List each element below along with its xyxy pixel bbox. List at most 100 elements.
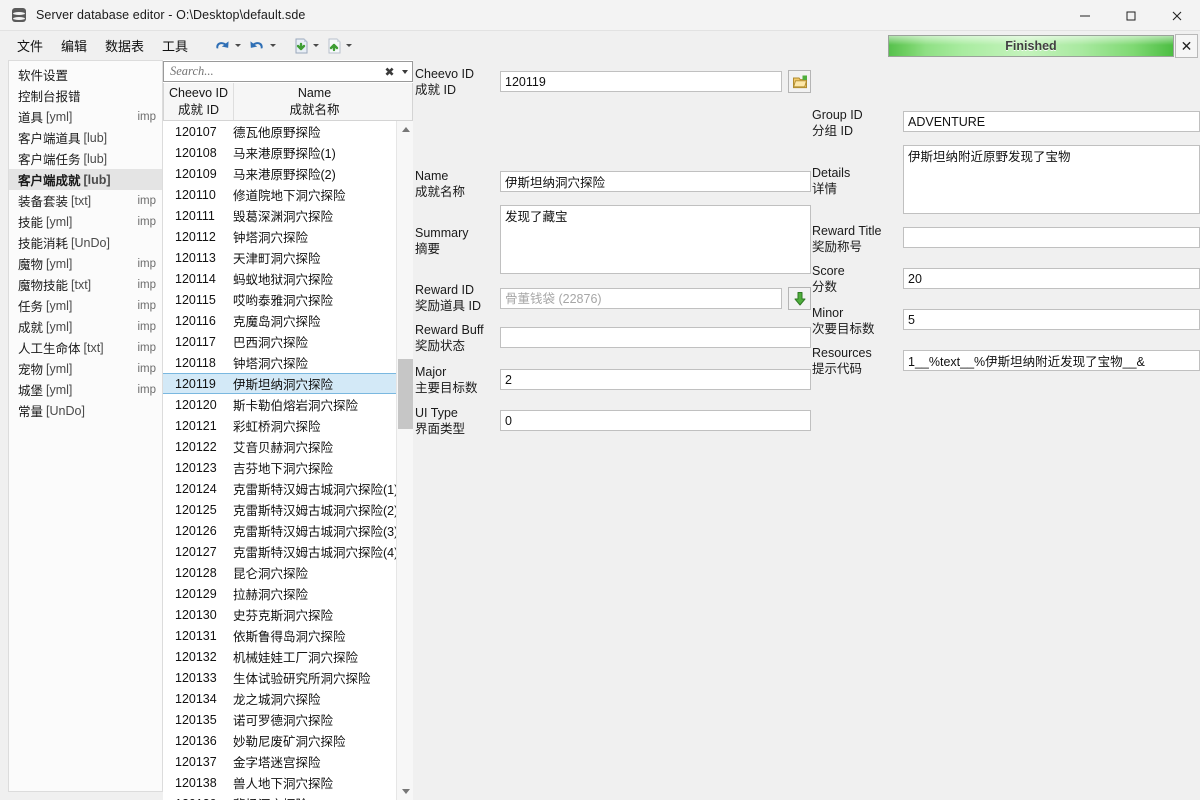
summary-textarea[interactable]: 发现了藏宝 bbox=[500, 205, 811, 274]
progress-close-button[interactable]: ✕ bbox=[1175, 34, 1198, 58]
minimize-button[interactable] bbox=[1062, 0, 1108, 31]
cheevo-id-browse-button[interactable] bbox=[788, 70, 811, 93]
sidebar-item[interactable]: 宠物[yml]imp bbox=[9, 358, 162, 379]
sidebar-item[interactable]: 技能消耗[UnDo] bbox=[9, 232, 162, 253]
sidebar-item[interactable]: 魔物技能[txt]imp bbox=[9, 274, 162, 295]
close-button[interactable] bbox=[1154, 0, 1200, 31]
undo-button[interactable] bbox=[209, 34, 244, 58]
column-header-cheevo-id[interactable]: Cheevo ID 成就 ID bbox=[164, 83, 234, 120]
table-row[interactable]: 120112钟塔洞穴探险 bbox=[163, 226, 396, 247]
table-row[interactable]: 120114蚂蚁地狱洞穴探险 bbox=[163, 268, 396, 289]
score-input[interactable] bbox=[903, 268, 1200, 289]
table-row[interactable]: 120110修道院地下洞穴探险 bbox=[163, 184, 396, 205]
clear-search-icon[interactable]: ✖ bbox=[381, 65, 398, 79]
major-input[interactable] bbox=[500, 369, 811, 390]
scroll-up-icon[interactable] bbox=[397, 121, 414, 138]
table-row[interactable]: 120136妙勒尼废矿洞穴探险 bbox=[163, 730, 396, 751]
menu-edit[interactable]: 编辑 bbox=[54, 33, 94, 58]
row-cheevo-id: 120123 bbox=[175, 461, 233, 475]
sidebar-item-extension: [txt] bbox=[84, 341, 104, 355]
sidebar-item[interactable]: 客户端任务[lub] bbox=[9, 148, 162, 169]
sidebar-item[interactable]: 城堡[yml]imp bbox=[9, 379, 162, 400]
sidebar-item[interactable]: 技能[yml]imp bbox=[9, 211, 162, 232]
table-row[interactable]: 120119伊斯坦纳洞穴探险 bbox=[163, 373, 396, 394]
redo-dropdown-icon[interactable] bbox=[268, 44, 277, 47]
table-row[interactable]: 120128昆仑洞穴探险 bbox=[163, 562, 396, 583]
menu-file[interactable]: 文件 bbox=[10, 33, 50, 58]
row-cheevo-id: 120125 bbox=[175, 503, 233, 517]
table-row[interactable]: 120122艾音贝赫洞穴探险 bbox=[163, 436, 396, 457]
sidebar-item[interactable]: 人工生命体[txt]imp bbox=[9, 337, 162, 358]
reward-id-pick-button[interactable] bbox=[788, 287, 811, 310]
sidebar-item[interactable]: 魔物[yml]imp bbox=[9, 253, 162, 274]
minor-input[interactable] bbox=[903, 309, 1200, 330]
table-row[interactable]: 120132机械娃娃工厂洞穴探险 bbox=[163, 646, 396, 667]
table-row[interactable]: 120118钟塔洞穴探险 bbox=[163, 352, 396, 373]
row-cheevo-id: 120112 bbox=[175, 230, 233, 244]
table-row[interactable]: 120108马来港原野探险(1) bbox=[163, 142, 396, 163]
table-row[interactable]: 120121彩虹桥洞穴探险 bbox=[163, 415, 396, 436]
table-row[interactable]: 120120斯卡勒伯熔岩洞穴探险 bbox=[163, 394, 396, 415]
sidebar-item[interactable]: 任务[yml]imp bbox=[9, 295, 162, 316]
table-row[interactable]: 120131依斯鲁得岛洞穴探险 bbox=[163, 625, 396, 646]
table-row[interactable]: 120124克雷斯特汉姆古城洞穴探险(1) bbox=[163, 478, 396, 499]
import-dropdown-icon[interactable] bbox=[311, 44, 320, 47]
sidebar-item[interactable]: 成就[yml]imp bbox=[9, 316, 162, 337]
label-name: Name 成就名称 bbox=[415, 168, 465, 200]
table-row[interactable]: 120130史芬克斯洞穴探险 bbox=[163, 604, 396, 625]
redo-button[interactable] bbox=[244, 34, 279, 58]
menu-tools[interactable]: 工具 bbox=[155, 33, 195, 58]
table-row[interactable]: 120107德瓦他原野探险 bbox=[163, 121, 396, 142]
table-row[interactable]: 120117巴西洞穴探险 bbox=[163, 331, 396, 352]
menu-datatable[interactable]: 数据表 bbox=[98, 33, 151, 58]
details-textarea[interactable]: 伊斯坦纳附近原野发现了宝物 bbox=[903, 145, 1200, 214]
table-row[interactable]: 120113天津町洞穴探险 bbox=[163, 247, 396, 268]
table-row[interactable]: 120137金字塔迷宫探险 bbox=[163, 751, 396, 772]
name-input[interactable] bbox=[500, 171, 811, 192]
maximize-button[interactable] bbox=[1108, 0, 1154, 31]
sidebar-item[interactable]: 常量[UnDo] bbox=[9, 400, 162, 421]
scroll-down-icon[interactable] bbox=[397, 783, 414, 800]
sidebar-item[interactable]: 控制台报错 bbox=[9, 85, 162, 106]
search-options-chevron-down-icon[interactable] bbox=[398, 70, 412, 74]
sidebar-item[interactable]: 客户端成就[lub] bbox=[9, 169, 162, 190]
ui-type-input[interactable] bbox=[500, 410, 811, 431]
table-row[interactable]: 120126克雷斯特汉姆古城洞穴探险(3) bbox=[163, 520, 396, 541]
export-button[interactable] bbox=[322, 34, 355, 58]
table-row[interactable]: 120134龙之城洞穴探险 bbox=[163, 688, 396, 709]
sidebar-item-import-flag: imp bbox=[137, 363, 156, 375]
resources-input[interactable] bbox=[903, 350, 1200, 371]
table-row[interactable]: 120135诺可罗德洞穴探险 bbox=[163, 709, 396, 730]
row-cheevo-id: 120109 bbox=[175, 167, 233, 181]
import-button[interactable] bbox=[289, 34, 322, 58]
row-cheevo-id: 120131 bbox=[175, 629, 233, 643]
reward-buff-input[interactable] bbox=[500, 327, 811, 348]
undo-dropdown-icon[interactable] bbox=[233, 44, 242, 47]
list-scrollbar[interactable] bbox=[396, 121, 413, 800]
table-row[interactable]: 120127克雷斯特汉姆古城洞穴探险(4) bbox=[163, 541, 396, 562]
scrollbar-thumb[interactable] bbox=[398, 359, 413, 429]
progress-bar: Finished bbox=[888, 35, 1174, 57]
sidebar-item[interactable]: 装备套装[txt]imp bbox=[9, 190, 162, 211]
sidebar-item[interactable]: 软件设置 bbox=[9, 64, 162, 85]
table-row[interactable]: 120115哎哟泰雅洞穴探险 bbox=[163, 289, 396, 310]
table-row[interactable]: 120133生体试验研究所洞穴探险 bbox=[163, 667, 396, 688]
table-row[interactable]: 120109马来港原野探险(2) bbox=[163, 163, 396, 184]
table-row[interactable]: 120139斐扬洞穴探险 bbox=[163, 793, 396, 800]
reward-id-input[interactable] bbox=[500, 288, 782, 309]
search-input[interactable] bbox=[164, 63, 381, 80]
export-dropdown-icon[interactable] bbox=[344, 44, 353, 47]
cheevo-id-input[interactable] bbox=[500, 71, 782, 92]
table-row[interactable]: 120129拉赫洞穴探险 bbox=[163, 583, 396, 604]
sidebar-item[interactable]: 客户端道具[lub] bbox=[9, 127, 162, 148]
table-row[interactable]: 120116克魔岛洞穴探险 bbox=[163, 310, 396, 331]
table-row[interactable]: 120111毁葛深渊洞穴探险 bbox=[163, 205, 396, 226]
sidebar-item[interactable]: 道具[yml]imp bbox=[9, 106, 162, 127]
reward-title-input[interactable] bbox=[903, 227, 1200, 248]
group-id-input[interactable] bbox=[903, 111, 1200, 132]
row-name: 依斯鲁得岛洞穴探险 bbox=[233, 626, 346, 645]
table-row[interactable]: 120138兽人地下洞穴探险 bbox=[163, 772, 396, 793]
table-row[interactable]: 120123吉芬地下洞穴探险 bbox=[163, 457, 396, 478]
column-header-name[interactable]: Name 成就名称 bbox=[234, 83, 395, 120]
table-row[interactable]: 120125克雷斯特汉姆古城洞穴探险(2) bbox=[163, 499, 396, 520]
